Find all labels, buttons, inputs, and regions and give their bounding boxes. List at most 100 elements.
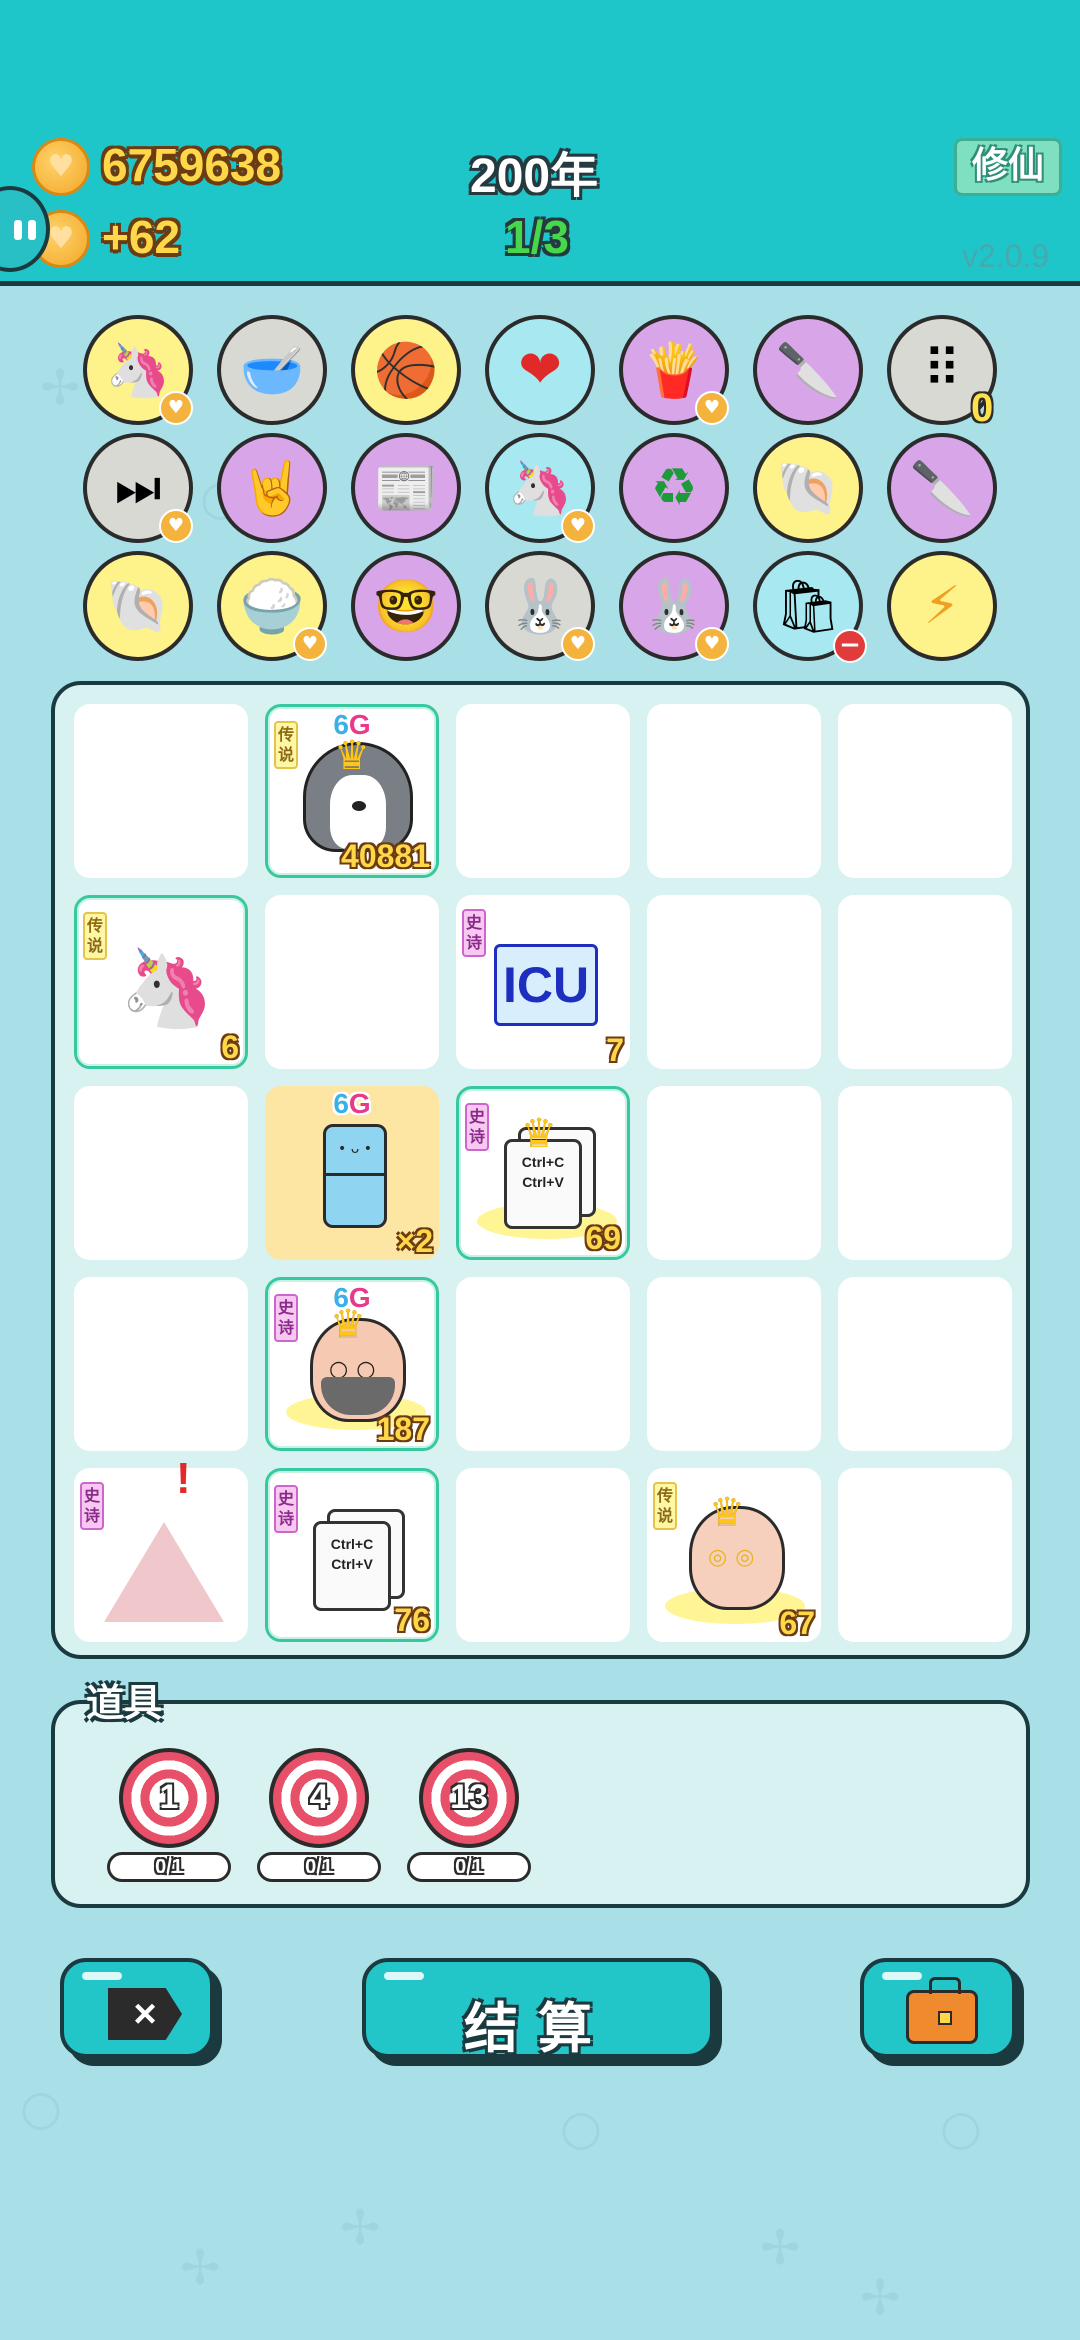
unicorn-icon: 🦄 — [105, 340, 171, 401]
settle-button[interactable]: 结算 — [362, 1958, 714, 2060]
board-cell-empty[interactable] — [838, 1086, 1012, 1260]
cleaver-icon: 🔪 — [909, 458, 975, 519]
board-cell-empty[interactable] — [74, 704, 248, 878]
rarity-badge: 传说 — [83, 912, 107, 960]
board-cell-husky[interactable]: 传说 6G ♛ 40881 — [265, 704, 439, 878]
basketballs-icon: 🏀 — [373, 340, 439, 401]
heart-badge-icon: ♥ — [561, 509, 595, 543]
relic-lightning[interactable]: ⚡ — [887, 551, 997, 661]
board-cell-empty[interactable] — [838, 895, 1012, 1069]
board-cell-empty[interactable] — [647, 1277, 821, 1451]
board-cell-icu[interactable]: 史诗 ICU 7 — [456, 895, 630, 1069]
rarity-badge: 史诗 — [462, 909, 486, 957]
rarity-badge: 史诗 — [465, 1103, 489, 1151]
time-magazine-icon: 📰 — [373, 458, 439, 519]
relic-heart-potion[interactable]: ❤ — [485, 315, 595, 425]
board-cell-bunny-tent[interactable]: 史诗 ! — [74, 1454, 248, 1642]
xiuxian-button[interactable]: 修仙 — [954, 138, 1062, 196]
board-cell-unicorn[interactable]: 传说 🦄 6 — [74, 895, 248, 1069]
relic-twin-unicorns[interactable]: 🦄 ♥ — [485, 433, 595, 543]
skip-icon: ⏭ — [114, 457, 162, 518]
board-cell-ctrl-paper[interactable]: 史诗 Ctrl+C Ctrl+V 76 — [265, 1468, 439, 1642]
item-target-1[interactable]: 1 — [119, 1748, 219, 1848]
relic-basketballs[interactable]: 🏀 — [351, 315, 461, 425]
relic-time-magazine[interactable]: 📰 — [351, 433, 461, 543]
rarity-badge: 史诗 — [274, 1485, 298, 1533]
bag-button[interactable] — [860, 1958, 1016, 2058]
bunny-icon: 🐰 — [507, 576, 573, 637]
relic-bunny-2[interactable]: 🐰 ♥ — [619, 551, 729, 661]
board-cell-old-man[interactable]: 传说 ◎◎ ♛ 67 — [647, 1468, 821, 1642]
heart-badge-icon: ♥ — [293, 627, 327, 661]
board-cell-empty[interactable] — [647, 1086, 821, 1260]
board-cell-bearded-man[interactable]: 史诗 6G ○○ ♛ 187 — [265, 1277, 439, 1451]
relic-rock-hand[interactable]: 🤘 — [217, 433, 327, 543]
relic-cleaver-2[interactable]: 🔪 — [887, 433, 997, 543]
relic-shell[interactable]: 🐚 — [753, 433, 863, 543]
board-cell-empty[interactable] — [456, 1468, 630, 1642]
heart-badge-icon: ♥ — [695, 627, 729, 661]
turn-counter: 1/3 — [505, 211, 569, 263]
coin-icon — [32, 138, 90, 196]
board-cell-fridge[interactable]: 6G ×2 — [265, 1086, 439, 1260]
version-label: v2.0.9 — [962, 238, 1050, 274]
rarity-badge: 传说 — [653, 1482, 677, 1530]
item-number: 4 — [309, 1778, 329, 1816]
rice-bowl-icon: 🍚 — [239, 576, 305, 637]
relic-dog-bowl[interactable]: 🥣 — [217, 315, 327, 425]
board-cell-empty[interactable] — [456, 1277, 630, 1451]
relic-shell-2[interactable]: 🐚 — [83, 551, 193, 661]
recycle-icon: ♻ — [650, 458, 698, 518]
trash-bag-icon: 🛍 — [774, 576, 841, 637]
alert-icon: ! — [176, 1454, 191, 1503]
shell-icon: 🐚 — [105, 576, 171, 637]
heart-potion-icon: ❤ — [518, 340, 562, 400]
crown-icon: ♛ — [330, 1302, 366, 1348]
board-cell-ctrl-paper[interactable]: 史诗 Ctrl+C Ctrl+V ♛ 69 — [456, 1086, 630, 1260]
relic-bunny[interactable]: 🐰 ♥ — [485, 551, 595, 661]
relic-unicorn[interactable]: 🦄 ♥ — [83, 315, 193, 425]
egg-tray-count: 0 — [971, 386, 994, 430]
year-counter: 200年 — [470, 150, 599, 203]
item-target-13[interactable]: 13 — [419, 1748, 519, 1848]
relic-rice-bowl[interactable]: 🍚 ♥ — [217, 551, 327, 661]
board-cell-empty[interactable] — [265, 895, 439, 1069]
heart-badge-icon: ♥ — [561, 627, 595, 661]
icu-sign-icon: ICU — [486, 925, 606, 1045]
coin-income: +62 — [102, 211, 181, 263]
board-cell-empty[interactable] — [456, 704, 630, 878]
unicorn-icon: 🦄 — [119, 943, 215, 1032]
math-nerd-icon: 🤓 — [373, 576, 439, 637]
fridge-icon — [295, 1116, 415, 1236]
settle-label: 结算 — [464, 1997, 612, 2060]
board-cell-empty[interactable] — [74, 1277, 248, 1451]
board-cell-empty[interactable] — [838, 1277, 1012, 1451]
board-cell-empty[interactable] — [838, 1468, 1012, 1642]
relic-trash-bag[interactable]: 🛍 − — [753, 551, 867, 663]
item-number: 13 — [450, 1778, 488, 1816]
shell-icon: 🐚 — [775, 458, 841, 519]
heart-badge-icon: ♥ — [159, 509, 193, 543]
lightning-icon: ⚡ — [923, 576, 961, 636]
exit-button[interactable]: × — [60, 1958, 214, 2058]
rock-hand-icon: 🤘 — [239, 458, 305, 519]
item-uses: 0/1 — [257, 1852, 381, 1882]
unit-value: 69 — [585, 1220, 621, 1256]
item-target-4[interactable]: 4 — [269, 1748, 369, 1848]
briefcase-icon — [906, 1977, 978, 2044]
relic-fries[interactable]: 🍟 ♥ — [619, 315, 729, 425]
rarity-badge: 史诗 — [80, 1482, 104, 1530]
relic-cleaver[interactable]: 🔪 — [753, 315, 863, 425]
board-cell-empty[interactable] — [838, 704, 1012, 878]
board-cell-empty[interactable] — [647, 704, 821, 878]
board-cell-empty[interactable] — [74, 1086, 248, 1260]
board-cell-empty[interactable] — [647, 895, 821, 1069]
twin-unicorns-icon: 🦄 — [507, 458, 573, 519]
relic-recycle[interactable]: ♻ — [619, 433, 729, 543]
exit-icon: × — [108, 1988, 182, 2040]
relic-math-nerd[interactable]: 🤓 — [351, 551, 461, 661]
heart-badge-icon: ♥ — [159, 391, 193, 425]
game-board: 传说 6G ♛ 40881 传说 🦄 6 史诗 ICU 7 6G ×2 史诗 C… — [51, 681, 1030, 1659]
relic-skip[interactable]: ⏭ ♥ — [83, 433, 193, 543]
unit-value: 7 — [606, 1032, 624, 1068]
